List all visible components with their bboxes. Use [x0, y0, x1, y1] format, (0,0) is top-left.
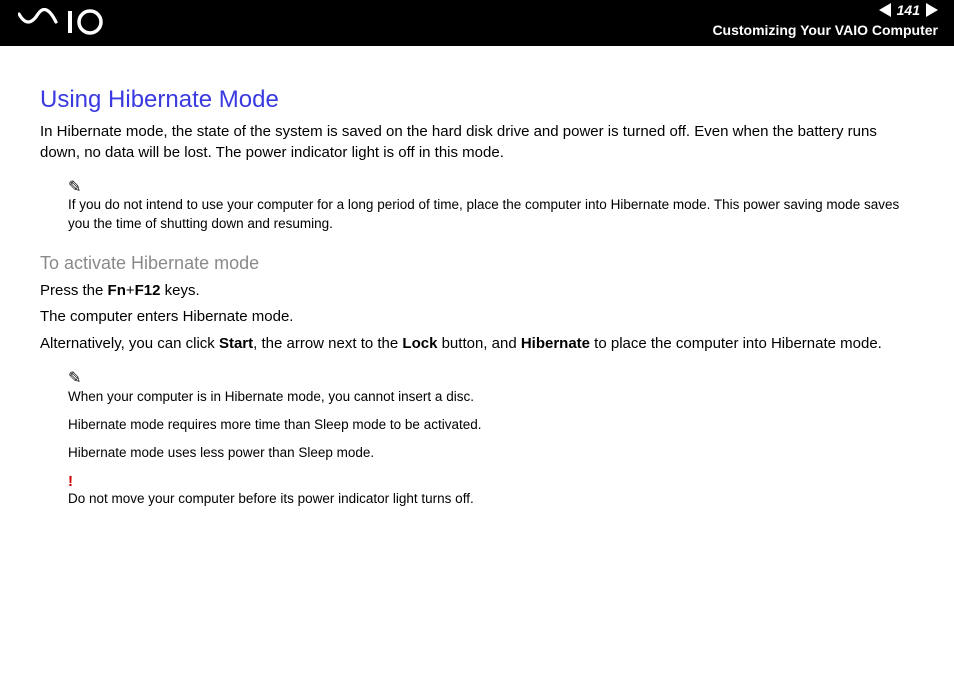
- page-number: 141: [891, 2, 926, 18]
- instruction-result: The computer enters Hibernate mode.: [40, 307, 914, 327]
- note-block-1: ✎ If you do not intend to use your compu…: [68, 177, 914, 233]
- warning-text: Do not move your computer before its pow…: [68, 491, 474, 506]
- prev-page-button[interactable]: [879, 3, 891, 17]
- page-content: Using Hibernate Mode In Hibernate mode, …: [0, 46, 954, 509]
- note-line: When your computer is in Hibernate mode,…: [68, 388, 914, 406]
- vaio-logo: [18, 8, 128, 41]
- page-title: Using Hibernate Mode: [40, 84, 914, 116]
- intro-paragraph: In Hibernate mode, the state of the syst…: [40, 122, 914, 163]
- note-text: If you do not intend to use your compute…: [68, 197, 899, 230]
- subheading: To activate Hibernate mode: [40, 251, 914, 275]
- section-title: Customizing Your VAIO Computer: [712, 22, 938, 38]
- instruction-alternative: Alternatively, you can click Start, the …: [40, 334, 914, 354]
- instruction-keys: Press the Fn+F12 keys.: [40, 281, 914, 301]
- note-line: Hibernate mode uses less power than Slee…: [68, 444, 914, 462]
- triangle-right-icon: [926, 3, 938, 17]
- pencil-icon: ✎: [68, 368, 914, 390]
- pencil-icon: ✎: [68, 177, 914, 199]
- page-navigator: 141: [879, 2, 938, 18]
- note-block-2: ✎ When your computer is in Hibernate mod…: [68, 368, 914, 462]
- header-bar: 141 Customizing Your VAIO Computer: [0, 0, 954, 46]
- warning-block: ! Do not move your computer before its p…: [68, 472, 914, 508]
- triangle-left-icon: [879, 3, 891, 17]
- next-page-button[interactable]: [926, 3, 938, 17]
- warning-icon: !: [68, 472, 914, 492]
- note-line: Hibernate mode requires more time than S…: [68, 416, 914, 434]
